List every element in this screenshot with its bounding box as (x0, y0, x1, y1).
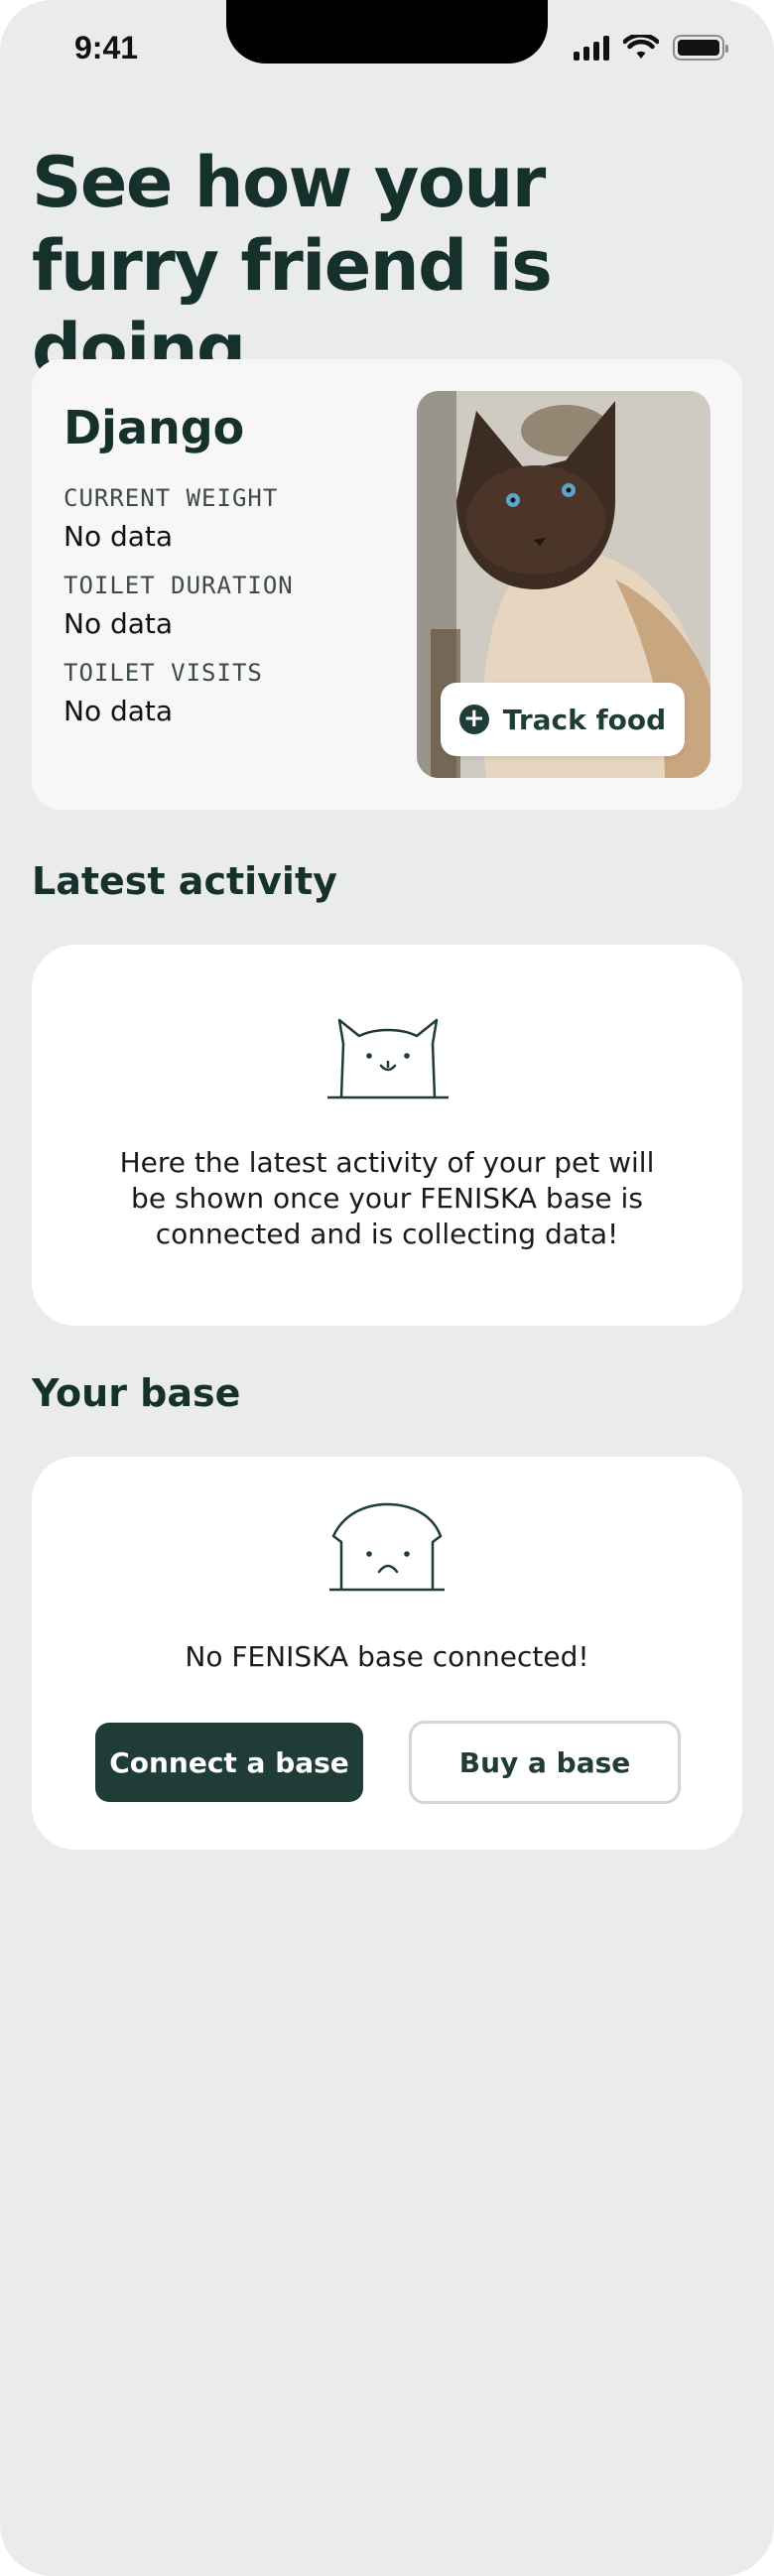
stat-label-toilet-duration: TOILET DURATION (64, 572, 294, 599)
stat-label-toilet-visits: TOILET VISITS (64, 659, 263, 687)
stat-value-toilet-duration: No data (64, 607, 174, 640)
buy-base-button[interactable]: Buy a base (409, 1721, 681, 1804)
connect-base-button[interactable]: Connect a base (95, 1723, 363, 1802)
latest-activity-message: Here the latest activity of your pet wil… (119, 1146, 655, 1250)
base-status-message: No FENISKA base connected! (185, 1640, 589, 1673)
notch (226, 0, 548, 64)
phone-screen: 9:41 See how your furry friend is doing … (0, 0, 774, 2576)
signal-icon (574, 35, 609, 61)
battery-icon (673, 35, 728, 61)
track-food-button[interactable]: + Track food (441, 683, 685, 756)
latest-activity-title: Latest activity (32, 859, 337, 903)
stat-value-toilet-visits: No data (64, 695, 174, 727)
status-icons (574, 35, 728, 61)
your-base-title: Your base (32, 1371, 241, 1415)
track-food-label: Track food (502, 703, 667, 736)
stat-value-weight: No data (64, 520, 174, 553)
stat-label-weight: CURRENT WEIGHT (64, 484, 279, 512)
cat-sad-icon (329, 1502, 445, 1592)
pet-name: Django (64, 401, 245, 454)
page-title: See how your furry friend is doing (32, 142, 553, 390)
wifi-icon (623, 35, 659, 59)
status-time: 9:41 (74, 30, 139, 65)
plus-icon: + (458, 705, 489, 734)
cat-happy-icon (327, 1018, 449, 1099)
latest-activity-card: Here the latest activity of your pet wil… (32, 945, 742, 1326)
